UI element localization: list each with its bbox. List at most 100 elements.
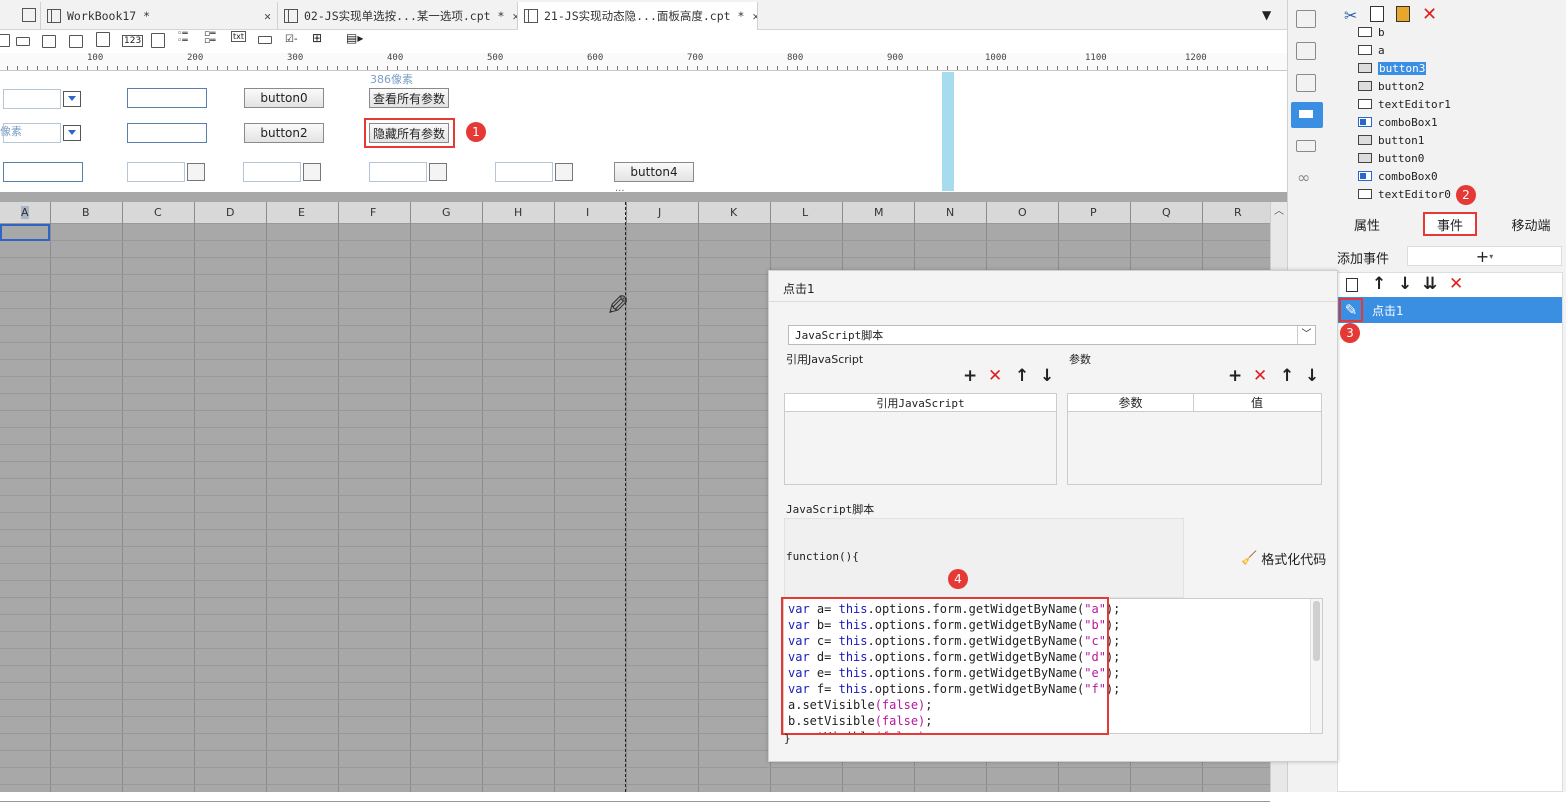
delete-event-icon[interactable]: ✕: [1449, 274, 1463, 294]
column-header[interactable]: Q: [1162, 206, 1171, 219]
column-header[interactable]: H: [514, 206, 522, 219]
list-widget-icon[interactable]: [69, 35, 83, 48]
ref-up-icon[interactable]: ↑: [1015, 366, 1029, 386]
widget-settings-icon[interactable]: [1296, 42, 1316, 60]
add-param-icon[interactable]: +: [1228, 366, 1242, 386]
params-table[interactable]: 参数 值: [1067, 393, 1322, 485]
tab-menu-icon[interactable]: ▼: [1262, 8, 1271, 22]
tree-item-comboBox1[interactable]: comboBox1: [1358, 114, 1438, 130]
column-header[interactable]: O: [1018, 206, 1027, 219]
tree-item-comboBox0[interactable]: comboBox0: [1358, 168, 1438, 184]
password-widget-icon[interactable]: [258, 36, 272, 44]
date-field[interactable]: [495, 162, 553, 182]
label-widget-icon[interactable]: txt: [231, 31, 247, 42]
combobox-dropdown-icon[interactable]: [63, 125, 81, 141]
text-editor-field[interactable]: [3, 162, 83, 182]
button2[interactable]: button2: [244, 123, 324, 143]
column-header[interactable]: G: [442, 206, 451, 219]
tab-events[interactable]: 事件: [1423, 212, 1477, 236]
edit-icon[interactable]: ✎: [1339, 298, 1363, 322]
code-scrollbar[interactable]: [1310, 599, 1322, 733]
column-header[interactable]: J: [658, 206, 661, 219]
delete-param-icon[interactable]: ✕: [1253, 366, 1267, 386]
format-code-button[interactable]: 🧹 格式化代码: [1241, 549, 1326, 568]
tree-item-b[interactable]: b: [1358, 24, 1385, 40]
column-header[interactable]: I: [586, 206, 589, 219]
date-field[interactable]: [369, 162, 427, 182]
number-widget-icon[interactable]: 123: [122, 35, 144, 47]
date-picker-icon[interactable]: [555, 163, 573, 181]
combobox-dropdown-icon[interactable]: [63, 91, 81, 107]
grid-icon[interactable]: [22, 8, 36, 22]
tree-item-textEditor1[interactable]: textEditor1: [1358, 96, 1451, 112]
column-header[interactable]: A: [21, 206, 29, 219]
tree-item-button0[interactable]: button0: [1358, 150, 1424, 166]
column-header[interactable]: F: [370, 206, 376, 219]
column-header[interactable]: E: [298, 206, 305, 219]
checkbox-widget-icon[interactable]: ☑-: [285, 34, 298, 45]
column-header[interactable]: N: [946, 206, 954, 219]
column-header[interactable]: L: [802, 206, 808, 219]
date-field[interactable]: [127, 162, 185, 182]
combobox-field[interactable]: [3, 123, 61, 143]
column-header[interactable]: B: [82, 206, 90, 219]
copy-event-icon[interactable]: [1346, 278, 1358, 292]
selected-cell[interactable]: [0, 224, 50, 241]
move-up-icon[interactable]: ↑: [1372, 274, 1386, 294]
combobox-field[interactable]: [3, 89, 61, 109]
column-header[interactable]: M: [874, 206, 884, 219]
column-header[interactable]: K: [730, 206, 737, 219]
cut-icon[interactable]: ✂: [1344, 6, 1357, 25]
add-ref-icon[interactable]: +: [963, 366, 977, 386]
button0[interactable]: button0: [244, 88, 324, 108]
tab-mobile[interactable]: 移动端: [1492, 212, 1566, 236]
button4[interactable]: button4: [614, 162, 694, 182]
tab-workbook17[interactable]: WorkBook17 * ✕: [40, 2, 278, 30]
tree-item-button3[interactable]: button3: [1358, 60, 1427, 76]
close-icon[interactable]: ✕: [256, 9, 271, 23]
more-widgets-icon[interactable]: ▤▸: [346, 31, 363, 45]
tree-item-button2[interactable]: button2: [1358, 78, 1424, 94]
delete-icon[interactable]: ✕: [1422, 4, 1437, 25]
date-picker-icon[interactable]: [429, 163, 447, 181]
textarea-widget-icon[interactable]: [151, 33, 165, 48]
stack-icon[interactable]: [1296, 140, 1316, 152]
tree-item-button1[interactable]: button1: [1358, 132, 1424, 148]
frame-icon[interactable]: [1296, 74, 1316, 92]
column-header[interactable]: P: [1090, 206, 1097, 219]
button-widget-icon[interactable]: [0, 34, 10, 47]
date-field[interactable]: [243, 162, 301, 182]
checkbox-group-icon[interactable]: ▫═ ▫═: [204, 30, 216, 46]
date-picker-icon[interactable]: [187, 163, 205, 181]
radio-group-icon[interactable]: ◦═ ◦═: [177, 30, 188, 46]
date-widget-icon[interactable]: [96, 32, 110, 47]
column-header[interactable]: C: [154, 206, 162, 219]
ref-js-table[interactable]: 引用JavaScript: [784, 393, 1057, 485]
close-icon[interactable]: ✕: [504, 9, 517, 23]
panel-width-line[interactable]: [942, 72, 954, 191]
tree-widget-icon[interactable]: ⊞: [312, 31, 322, 45]
paste-icon[interactable]: [1396, 6, 1410, 22]
script-type-select[interactable]: JavaScript脚本 ﹀: [788, 325, 1316, 345]
tab-21-js-active[interactable]: 21-JS实现动态隐...面板高度.cpt * ✕: [518, 2, 758, 30]
close-icon[interactable]: ✕: [744, 9, 757, 23]
param-up-icon[interactable]: ↑: [1280, 366, 1294, 386]
date-picker-icon[interactable]: [303, 163, 321, 181]
delete-ref-icon[interactable]: ✕: [988, 366, 1002, 386]
widget-tree[interactable]: b a button3 button2 textEditor1 comboBox1 butt…: [1340, 26, 1548, 210]
param-down-icon[interactable]: ↓: [1305, 366, 1319, 386]
link-icon[interactable]: ∞: [1297, 168, 1310, 187]
column-header[interactable]: R: [1234, 206, 1242, 219]
tree-item-a[interactable]: a: [1358, 42, 1385, 58]
combobox-widget-icon[interactable]: [42, 35, 56, 48]
scroll-up-icon[interactable]: ︿: [1271, 202, 1287, 217]
text-editor-field[interactable]: [127, 123, 207, 143]
move-down-icon[interactable]: ↓: [1398, 274, 1412, 294]
text-editor-field[interactable]: [127, 88, 207, 108]
widget-library-icon[interactable]: [1291, 102, 1323, 128]
copy-icon[interactable]: [1370, 6, 1384, 22]
tab-02-js[interactable]: 02-JS实现单选按...某一选项.cpt * ✕: [278, 2, 518, 30]
add-event-dropdown[interactable]: + ▾: [1407, 246, 1562, 266]
ref-down-icon[interactable]: ↓: [1040, 366, 1054, 386]
move-bottom-icon[interactable]: ⇊: [1423, 274, 1437, 294]
